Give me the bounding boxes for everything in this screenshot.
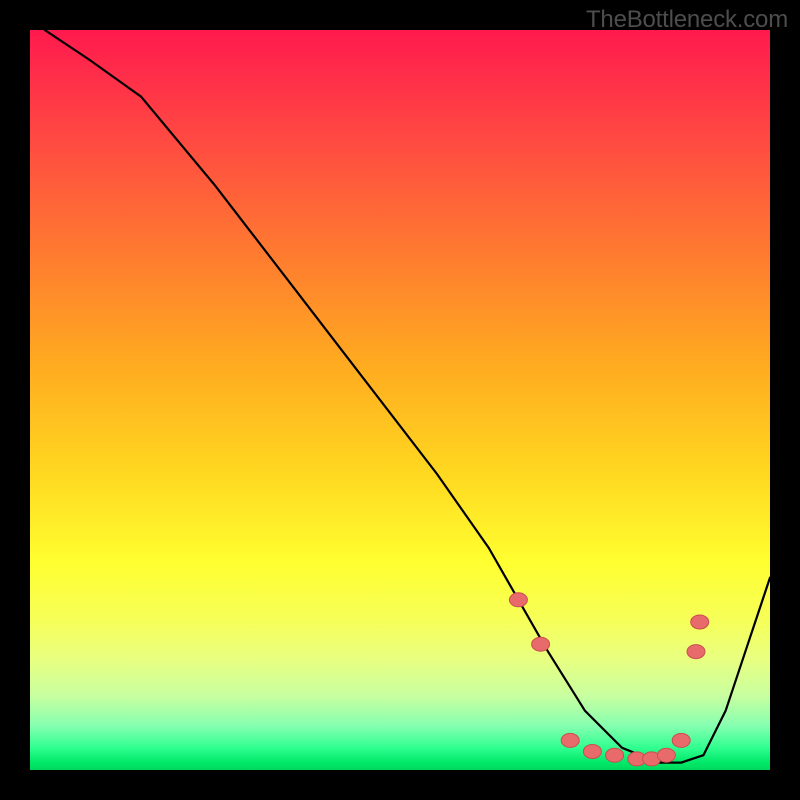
marker-dot bbox=[657, 748, 675, 762]
marker-dot bbox=[687, 645, 705, 659]
marker-dot bbox=[672, 733, 690, 747]
marker-dot bbox=[691, 615, 709, 629]
marker-dot bbox=[532, 637, 550, 651]
curve-svg bbox=[30, 30, 770, 770]
marker-dot bbox=[509, 593, 527, 607]
plot-area bbox=[30, 30, 770, 770]
marker-group bbox=[509, 593, 708, 766]
marker-dot bbox=[561, 733, 579, 747]
bottleneck-curve bbox=[30, 30, 770, 763]
chart-frame: TheBottleneck.com bbox=[0, 0, 800, 800]
marker-dot bbox=[583, 745, 601, 759]
marker-dot bbox=[606, 748, 624, 762]
